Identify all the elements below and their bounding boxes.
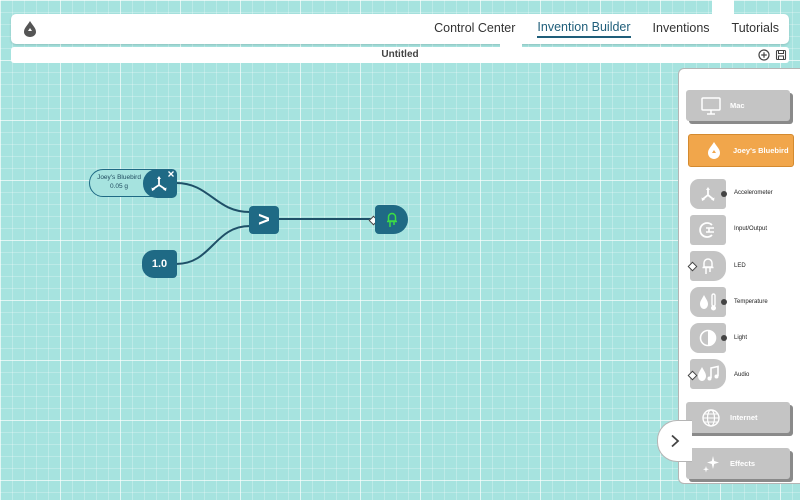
category-internet-label: Internet — [730, 413, 758, 422]
component-sidebar: Mac Joey's Bluebird Accelerometer Input/… — [678, 68, 800, 484]
led-icon — [702, 258, 714, 274]
sparkle-icon — [703, 455, 719, 472]
constant-block[interactable]: 1.0 — [142, 250, 177, 278]
category-mac-label: Mac — [730, 101, 745, 110]
greater-than-symbol: > — [258, 208, 270, 231]
component-input-output[interactable] — [690, 215, 726, 245]
source-block-text: Joey's Bluebird 0.05 g — [89, 173, 149, 191]
component-light-label: Light — [734, 335, 748, 341]
component-temperature-label: Temperature — [734, 299, 768, 305]
compare-block[interactable]: > — [249, 206, 279, 234]
audio-icon — [698, 365, 719, 381]
temperature-icon — [700, 293, 716, 311]
temperature-port — [721, 299, 727, 305]
bluebird-icon — [708, 141, 720, 159]
category-internet[interactable]: Internet — [686, 402, 790, 433]
category-effects[interactable]: Effects — [686, 448, 790, 479]
light-port — [721, 335, 727, 341]
input-output-icon — [699, 222, 714, 238]
category-device-label: Joey's Bluebird — [733, 146, 789, 155]
chevron-right-icon — [671, 434, 680, 448]
accelerometer-port — [721, 191, 727, 197]
wire-constant-to-compare — [175, 225, 251, 265]
source-block-value: 0.05 g — [109, 183, 129, 190]
remove-block-icon[interactable] — [167, 170, 175, 178]
wire-source-to-compare — [175, 182, 251, 213]
globe-icon — [702, 408, 720, 427]
led-node[interactable] — [375, 205, 408, 234]
constant-value[interactable]: 1.0 — [152, 258, 167, 270]
collapse-sidebar-button[interactable] — [657, 420, 692, 462]
component-accelerometer-label: Accelerometer — [734, 190, 773, 196]
source-block[interactable]: Joey's Bluebird 0.05 g — [89, 169, 177, 198]
category-joeys-bluebird[interactable]: Joey's Bluebird — [688, 134, 794, 167]
category-mac[interactable]: Mac — [686, 90, 790, 121]
led-bulb-icon — [386, 212, 397, 227]
component-led-label: LED — [734, 263, 746, 269]
led-output-block[interactable] — [368, 205, 410, 235]
category-effects-label: Effects — [730, 459, 756, 468]
light-icon — [699, 329, 717, 347]
accelerometer-icon — [701, 187, 715, 201]
component-audio-label: Audio — [734, 372, 750, 378]
source-block-name: Joey's Bluebird — [97, 174, 141, 181]
component-input-output-label: Input/Output — [734, 226, 768, 232]
monitor-icon — [701, 96, 721, 115]
